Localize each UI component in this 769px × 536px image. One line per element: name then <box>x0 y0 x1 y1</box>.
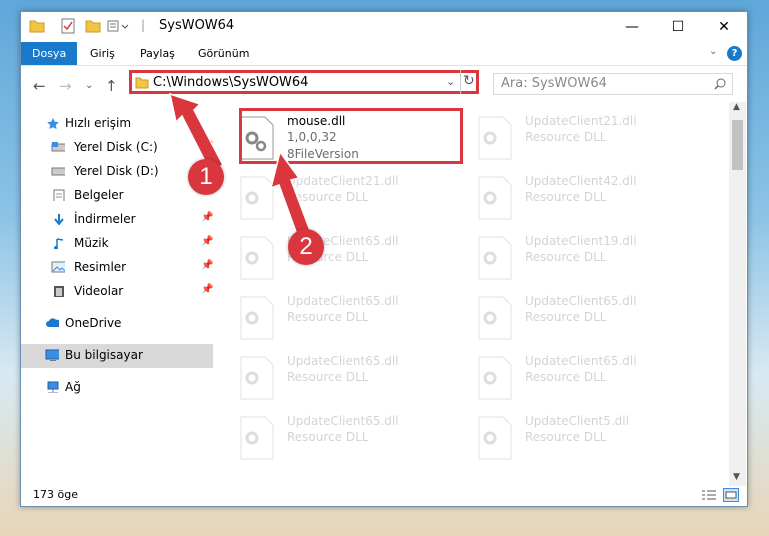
annotation-arrows <box>168 92 313 241</box>
arrow-to-address-bar <box>168 92 225 172</box>
step-1-badge: 1 <box>188 159 224 195</box>
arrow-to-file <box>269 150 313 241</box>
step-2-badge: 2 <box>288 229 324 265</box>
